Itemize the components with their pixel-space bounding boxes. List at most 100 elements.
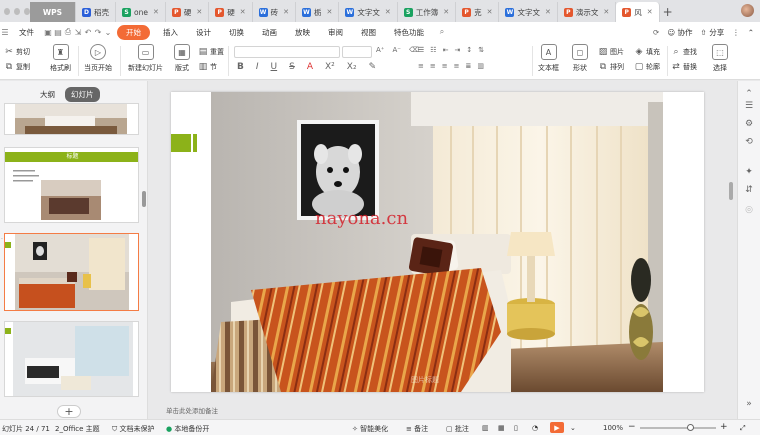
- tab-start[interactable]: 开始: [117, 24, 150, 40]
- backup-status[interactable]: ● 本地备份开: [166, 424, 209, 434]
- protect-status[interactable]: ⛉ 文档未保护: [112, 424, 154, 434]
- tab-outline[interactable]: 大纲: [34, 87, 61, 102]
- text-direction-icon[interactable]: ⇅: [478, 46, 484, 54]
- collab-button[interactable]: ☺ 协作: [667, 27, 692, 38]
- decrease-font-icon[interactable]: A⁻: [392, 46, 400, 54]
- close-icon[interactable]: ✕: [240, 8, 246, 16]
- underline-button[interactable]: U: [271, 62, 278, 72]
- slide-thumbnail-selected[interactable]: [4, 233, 139, 311]
- strikethrough-button[interactable]: S: [289, 62, 295, 72]
- textbox-button[interactable]: A 文本框: [538, 44, 559, 73]
- menu-file[interactable]: 文件: [10, 27, 43, 38]
- hamburger-icon[interactable]: ☰: [0, 28, 10, 37]
- cut-button[interactable]: ✂ 剪切: [4, 47, 30, 57]
- outline-button[interactable]: ▢ 轮廓: [634, 62, 660, 72]
- fit-window-icon[interactable]: ⤢: [740, 424, 746, 433]
- expand-icon[interactable]: »: [743, 399, 755, 411]
- document-tab[interactable]: Sone ✕: [116, 2, 166, 22]
- select-button[interactable]: ⬚ 选择: [712, 44, 728, 73]
- minimize-window-dot[interactable]: [14, 7, 20, 15]
- bedroom-photo[interactable]: nayona.cn 图片标题: [211, 92, 663, 392]
- avatar[interactable]: [741, 4, 754, 17]
- close-icon[interactable]: ✕: [153, 8, 159, 16]
- zoom-level[interactable]: 100%: [603, 424, 623, 432]
- close-icon[interactable]: ✕: [647, 8, 653, 16]
- slide-thumbnail[interactable]: [4, 321, 139, 397]
- align-center-icon[interactable]: ≡: [430, 62, 436, 70]
- document-tab[interactable]: D 稻壳: [76, 2, 116, 22]
- window-controls[interactable]: [0, 0, 30, 22]
- close-icon[interactable]: ✕: [603, 8, 609, 16]
- thumbnail-scrollbar[interactable]: [142, 191, 146, 207]
- document-tab[interactable]: W 砖 ✕: [253, 2, 296, 22]
- tab-design[interactable]: 设计: [187, 27, 220, 38]
- play-options-icon[interactable]: ⌄: [570, 424, 576, 432]
- folder-icon[interactable]: ▤: [53, 28, 63, 37]
- increase-font-icon[interactable]: A⁺: [376, 46, 384, 54]
- editor-scrollbar-thumb[interactable]: [729, 182, 733, 200]
- collapse-ribbon-icon[interactable]: ⌃: [748, 28, 754, 37]
- normal-view-icon[interactable]: ▥: [482, 424, 489, 432]
- italic-button[interactable]: I: [256, 62, 259, 72]
- bold-button[interactable]: B: [237, 62, 244, 72]
- layout-button[interactable]: ▦ 版式: [174, 44, 190, 73]
- redo-icon[interactable]: ↷: [93, 28, 103, 37]
- theme-name[interactable]: 2_Office 主题: [55, 424, 100, 434]
- document-tab[interactable]: P 硬 ✕: [166, 2, 210, 22]
- chevron-down-icon[interactable]: ⌄: [103, 28, 113, 37]
- current-slide[interactable]: nayona.cn 图片标题: [171, 92, 704, 392]
- line-spacing-icon[interactable]: ↕: [466, 46, 472, 54]
- close-icon[interactable]: ✕: [326, 8, 332, 16]
- document-tab[interactable]: P 克 ✕: [456, 2, 500, 22]
- document-tab[interactable]: P 硬 ✕: [209, 2, 253, 22]
- section-button[interactable]: ▥ 节: [198, 62, 217, 72]
- editor-scrollbar[interactable]: [727, 92, 735, 412]
- tab-special-features[interactable]: 特色功能: [385, 27, 433, 38]
- slide-thumbnail[interactable]: [4, 103, 139, 135]
- tab-slides[interactable]: 幻灯片: [65, 87, 100, 102]
- shape-button[interactable]: ◻ 形状: [572, 44, 588, 73]
- font-size-select[interactable]: [342, 46, 372, 58]
- find-button[interactable]: ⌕ 查找: [671, 47, 697, 57]
- presenter-icon[interactable]: ◔: [532, 424, 538, 432]
- format-painter-button[interactable]: ♜ 格式刷: [50, 44, 71, 73]
- undo-icon[interactable]: ↶: [83, 28, 93, 37]
- close-window-dot[interactable]: [4, 7, 10, 15]
- fill-button[interactable]: ◈ 填充: [634, 47, 660, 57]
- print-icon[interactable]: ⎙: [63, 27, 73, 37]
- notes-toggle[interactable]: ≡ 备注: [406, 424, 428, 434]
- notes-placeholder[interactable]: 单击此处添加备注: [166, 405, 218, 415]
- tab-slideshow[interactable]: 放映: [286, 27, 319, 38]
- history-icon[interactable]: ⟲: [743, 137, 755, 149]
- zoom-slider-handle[interactable]: [687, 424, 694, 431]
- zoom-in-icon[interactable]: +: [720, 422, 728, 432]
- transform-icon[interactable]: ⇵: [743, 185, 755, 197]
- document-tab[interactable]: W 文字文 ✕: [339, 2, 398, 22]
- new-tab-button[interactable]: +: [660, 2, 676, 22]
- bullet-list-icon[interactable]: ☰: [418, 46, 424, 54]
- align-left-icon[interactable]: ≡: [418, 62, 424, 70]
- document-tab[interactable]: P 演示文 ✕: [558, 2, 617, 22]
- animation-icon[interactable]: ✦: [743, 167, 755, 179]
- replace-button[interactable]: ⇄ 替换: [671, 62, 697, 72]
- export-icon[interactable]: ⇲: [73, 28, 83, 37]
- settings-icon[interactable]: ⚙: [743, 119, 755, 131]
- document-tab[interactable]: P 风 ✕: [616, 2, 660, 22]
- play-from-current-button[interactable]: ▷ 当页开始: [84, 44, 112, 73]
- zoom-slider-track[interactable]: [640, 427, 716, 429]
- close-icon[interactable]: ✕: [443, 8, 449, 16]
- reset-button[interactable]: ▤ 重置: [198, 47, 224, 57]
- tab-review[interactable]: 审阅: [319, 27, 352, 38]
- slide-thumbnail[interactable]: 标题: [4, 147, 139, 223]
- play-slideshow-button[interactable]: ▶: [550, 422, 564, 433]
- close-icon[interactable]: ✕: [196, 8, 202, 16]
- highlight-icon[interactable]: ✎: [369, 62, 377, 72]
- save-icon[interactable]: ▣: [43, 28, 53, 37]
- search-icon[interactable]: ⌕: [437, 27, 447, 37]
- numbered-list-icon[interactable]: ☷: [430, 46, 436, 54]
- copy-button[interactable]: ⧉ 复制: [4, 62, 30, 72]
- comments-toggle[interactable]: ▢ 批注: [446, 424, 469, 434]
- arrange-button[interactable]: ⧉ 排列: [598, 62, 624, 72]
- close-icon[interactable]: ✕: [545, 8, 551, 16]
- subscript-icon[interactable]: X₂: [347, 62, 357, 72]
